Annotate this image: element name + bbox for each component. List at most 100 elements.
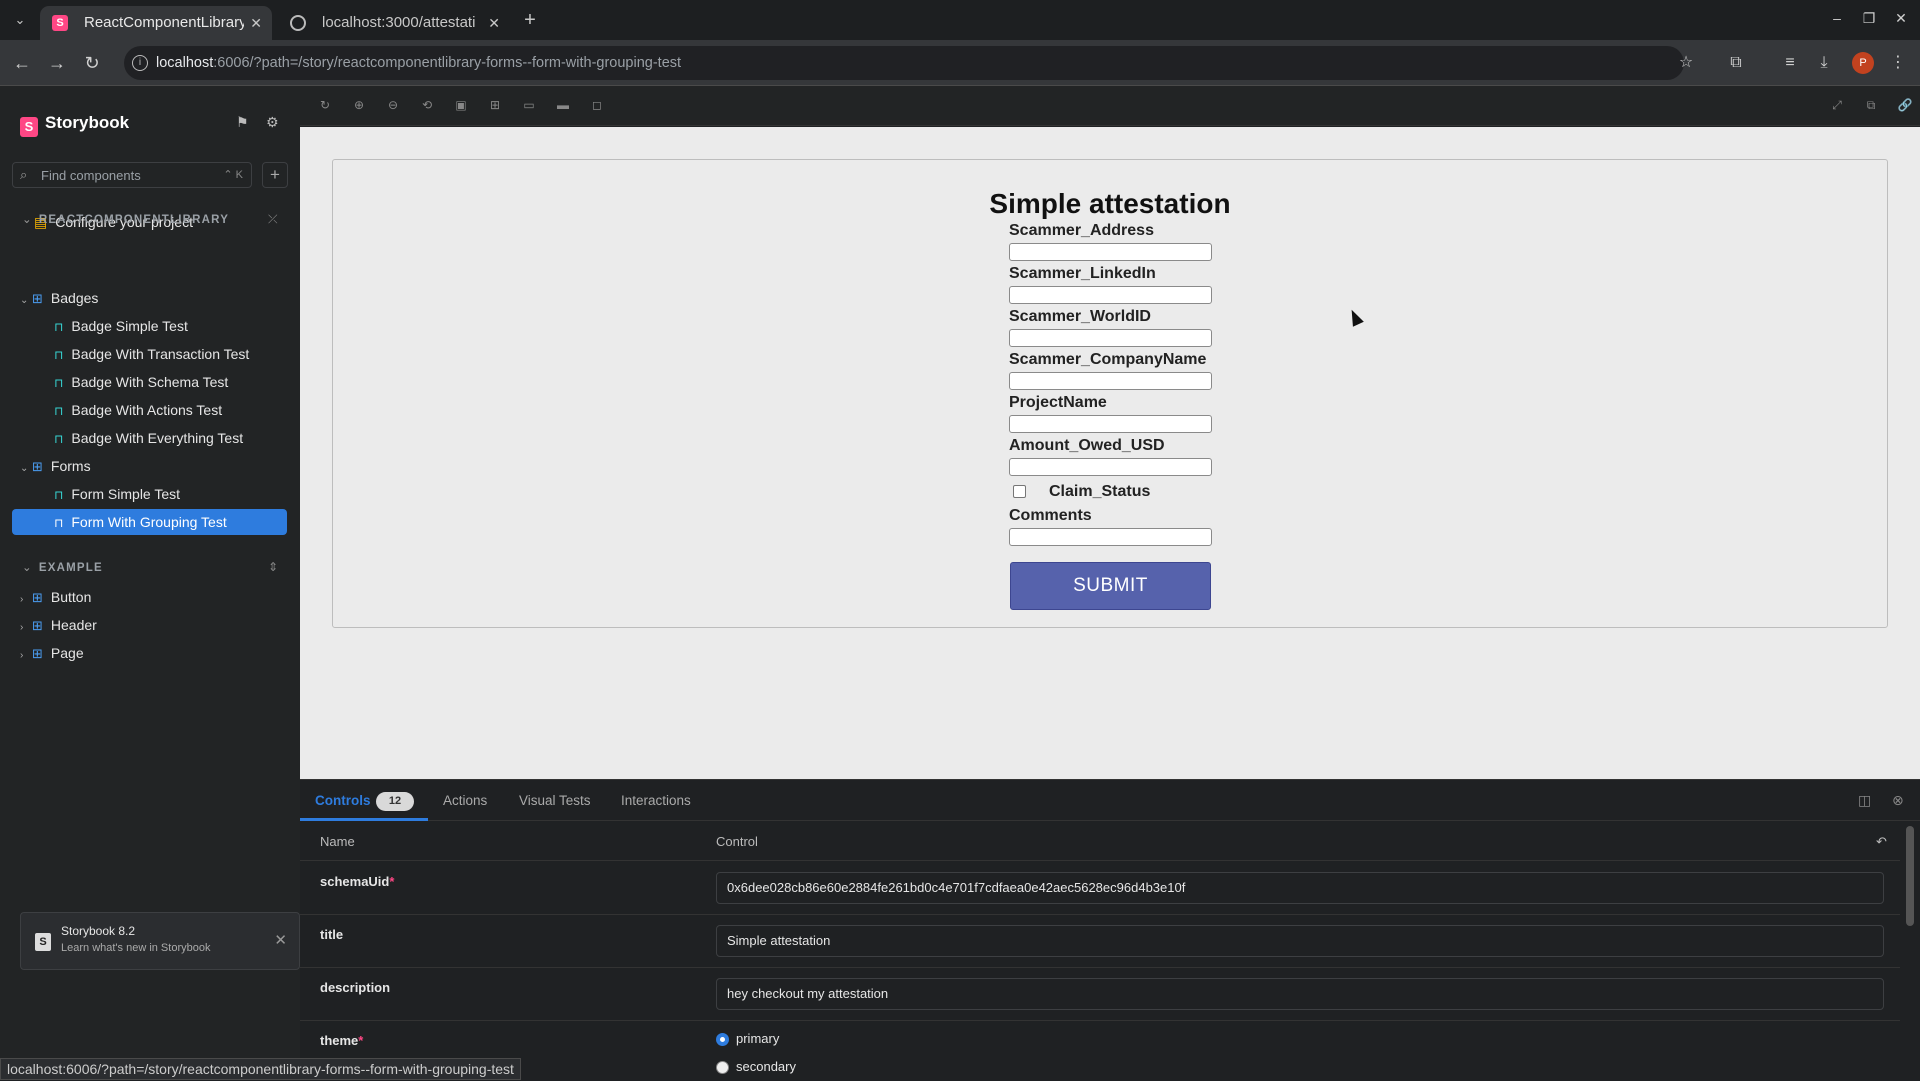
grid-icon[interactable]: ⊞ bbox=[486, 98, 504, 114]
zoom-reset-icon[interactable]: ⟲ bbox=[418, 98, 436, 114]
toast-close-icon[interactable]: ✕ bbox=[274, 931, 287, 949]
panel-tabs: Controls 12 Actions Visual Tests Interac… bbox=[300, 780, 1920, 821]
scammer-companyname-input[interactable] bbox=[1009, 372, 1212, 390]
scammer-linkedin-input[interactable] bbox=[1009, 286, 1212, 304]
tab-controls[interactable]: Controls bbox=[315, 793, 371, 808]
row-name: schemaUid* bbox=[320, 874, 395, 889]
profile-avatar[interactable]: P bbox=[1852, 52, 1874, 74]
field-label: Scammer_WorldID bbox=[1009, 308, 1151, 325]
sidebar-item-badge-with-transaction-test[interactable]: ⊓ Badge With Transaction Test bbox=[54, 341, 249, 367]
outline-icon[interactable]: ◻ bbox=[588, 98, 606, 114]
zoom-out-icon[interactable]: ⊖ bbox=[384, 98, 402, 114]
panel-close-icon[interactable]: ⊗ bbox=[1892, 792, 1904, 809]
tab-close-icon[interactable]: ✕ bbox=[250, 6, 262, 40]
url-text[interactable]: localhost:6006/?path=/story/reactcompone… bbox=[156, 55, 681, 71]
scammer-address-input[interactable] bbox=[1009, 243, 1212, 261]
story-preview: Simple attestation Scammer_Address Scamm… bbox=[300, 127, 1920, 779]
row-name: description bbox=[320, 980, 391, 995]
bookmark-icon: ⊓ bbox=[54, 516, 64, 530]
browser-tab-inactive[interactable]: localhost:3000/attestati ✕ bbox=[278, 6, 510, 40]
sidebar-item-forms[interactable]: ⌄ ⊞ Forms bbox=[20, 453, 91, 479]
claim-status-checkbox[interactable] bbox=[1013, 485, 1026, 498]
copy-link-icon[interactable]: 🔗 bbox=[1896, 98, 1914, 114]
measure-icon[interactable]: ▬ bbox=[554, 98, 572, 114]
table-row: theme* primary secondary bbox=[300, 1021, 1900, 1081]
tab-title: localhost:3000/attestati bbox=[322, 14, 476, 31]
description-textarea[interactable]: hey checkout my attestation bbox=[716, 978, 1884, 1010]
schemauid-textarea[interactable]: 0x6dee028cb86e60e2884fe261bd0c4e701f7cdf… bbox=[716, 872, 1884, 904]
theme-primary-label[interactable]: primary bbox=[736, 1031, 779, 1046]
create-story-button[interactable]: + bbox=[262, 162, 288, 188]
title-textarea[interactable]: Simple attestation bbox=[716, 925, 1884, 957]
toast-subtitle: Learn what's new in Storybook bbox=[61, 942, 211, 954]
extensions-puzzle-icon[interactable]: ⧉ bbox=[1724, 51, 1748, 75]
tab-interactions[interactable]: Interactions bbox=[621, 793, 691, 808]
projectname-input[interactable] bbox=[1009, 415, 1212, 433]
open-new-tab-icon[interactable]: ⧉ bbox=[1862, 98, 1880, 114]
sidebar-item-form-with-grouping-test[interactable]: ⊓ Form With Grouping Test bbox=[12, 509, 287, 535]
theme-primary-radio[interactable] bbox=[716, 1033, 729, 1046]
browser-tab-active[interactable]: S ReactComponentLibrary ✕ bbox=[40, 6, 272, 40]
panel-scrollbar[interactable] bbox=[1906, 826, 1914, 926]
reload-icon[interactable]: ↻ bbox=[80, 51, 104, 75]
download-icon[interactable]: ⤓ bbox=[1812, 51, 1836, 75]
panel-orientation-icon[interactable]: ◫ bbox=[1858, 792, 1871, 809]
sidebar-item-badge-with-actions-test[interactable]: ⊓ Badge With Actions Test bbox=[54, 397, 222, 423]
tab-close-icon[interactable]: ✕ bbox=[488, 6, 500, 40]
site-info-icon[interactable]: i bbox=[132, 55, 148, 71]
table-row: title Simple attestation bbox=[300, 915, 1900, 968]
sidebar-item-form-simple-test[interactable]: ⊓ Form Simple Test bbox=[54, 481, 180, 507]
theme-secondary-radio[interactable] bbox=[716, 1061, 729, 1074]
sidebar-item-badge-simple-test[interactable]: ⊓ Badge Simple Test bbox=[54, 313, 188, 339]
table-row: schemaUid* 0x6dee028cb86e60e2884fe261bd0… bbox=[300, 862, 1900, 915]
browser-menu-icon[interactable]: ⋮ bbox=[1886, 51, 1910, 75]
fullscreen-icon[interactable]: ⤢ bbox=[1828, 98, 1846, 114]
field-label: Scammer_Address bbox=[1009, 222, 1154, 239]
sidebar-item-badge-with-schema-test[interactable]: ⊓ Badge With Schema Test bbox=[54, 369, 228, 395]
media-controls-icon[interactable]: ≡ bbox=[1778, 51, 1802, 75]
address-bar[interactable]: i localhost:6006/?path=/story/reactcompo… bbox=[124, 46, 1684, 80]
search-icon: ⌕ bbox=[20, 167, 28, 182]
settings-gear-icon[interactable]: ⚙ bbox=[266, 114, 279, 131]
expand-all-icon[interactable]: ⇕ bbox=[268, 560, 278, 574]
new-tab-plus-icon[interactable]: + bbox=[518, 9, 542, 33]
scammer-worldid-input[interactable] bbox=[1009, 329, 1212, 347]
bookmark-star-icon[interactable]: ☆ bbox=[1674, 51, 1698, 75]
tab-search-chevron-icon[interactable]: ⌄ bbox=[8, 8, 32, 32]
comments-input[interactable] bbox=[1009, 528, 1212, 546]
back-arrow-icon[interactable]: ← bbox=[10, 51, 34, 75]
tab-actions[interactable]: Actions bbox=[443, 793, 487, 808]
sidebar-item-badge-with-everything-test[interactable]: ⊓ Badge With Everything Test bbox=[54, 425, 243, 451]
link-hover-status-url: localhost:6006/?path=/story/reactcompone… bbox=[0, 1058, 521, 1080]
whats-new-toast[interactable]: S Storybook 8.2 Learn what's new in Stor… bbox=[20, 912, 300, 970]
collapse-all-icon[interactable]: ⤫ bbox=[268, 212, 278, 227]
group-header-reactcomponentlibrary[interactable]: ⌄ REACTCOMPONENTLIBRARY bbox=[22, 212, 229, 226]
sidebar-item-header[interactable]: › ⊞ Header bbox=[20, 612, 97, 638]
forward-arrow-icon[interactable]: → bbox=[45, 51, 69, 75]
row-name: title bbox=[320, 927, 344, 942]
find-components-search[interactable]: ⌕ Find components ⌃ K bbox=[12, 162, 252, 188]
controls-table-header: Name Control ↶ bbox=[300, 821, 1900, 861]
minimize-icon[interactable]: – bbox=[1826, 10, 1848, 26]
zoom-in-icon[interactable]: ⊕ bbox=[350, 98, 368, 114]
table-row: description hey checkout my attestation bbox=[300, 968, 1900, 1021]
submit-button[interactable]: SUBMIT bbox=[1010, 562, 1211, 610]
component-icon: ⊞ bbox=[32, 459, 43, 474]
sidebar-item-badges[interactable]: ⌄ ⊞ Badges bbox=[20, 285, 98, 311]
group-header-example[interactable]: ⌄ EXAMPLE bbox=[22, 560, 103, 574]
theme-secondary-label[interactable]: secondary bbox=[736, 1059, 796, 1074]
restore-icon[interactable]: ❐ bbox=[1858, 10, 1880, 27]
tab-visual-tests[interactable]: Visual Tests bbox=[519, 793, 591, 808]
remount-icon[interactable]: ↻ bbox=[316, 98, 334, 114]
field-label: ProjectName bbox=[1009, 394, 1107, 411]
whats-new-flag-icon[interactable]: ⚑ bbox=[236, 114, 249, 131]
sidebar-item-button[interactable]: › ⊞ Button bbox=[20, 584, 91, 610]
background-icon[interactable]: ▣ bbox=[452, 98, 470, 114]
sidebar-item-page[interactable]: › ⊞ Page bbox=[20, 640, 84, 666]
viewport-icon[interactable]: ▭ bbox=[520, 98, 538, 114]
reset-controls-icon[interactable]: ↶ bbox=[1876, 834, 1887, 850]
storybook-logo[interactable]: S Storybook bbox=[20, 113, 129, 137]
bookmark-icon: ⊓ bbox=[54, 488, 64, 502]
amount-owed-usd-input[interactable] bbox=[1009, 458, 1212, 476]
window-close-icon[interactable]: ✕ bbox=[1890, 10, 1912, 27]
